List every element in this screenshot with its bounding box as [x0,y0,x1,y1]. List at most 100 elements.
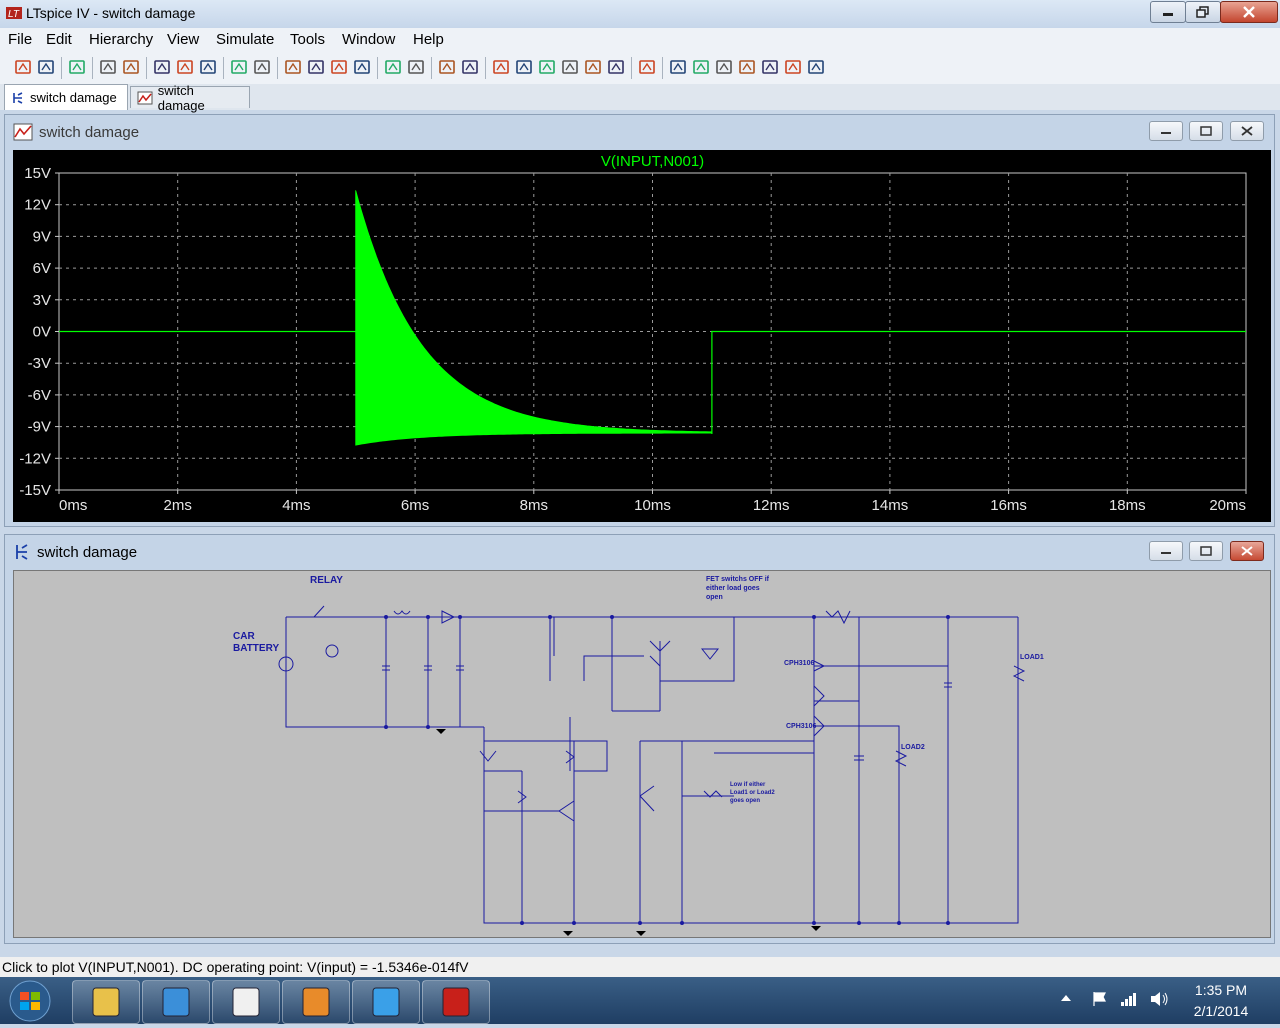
outlook-icon [302,987,330,1017]
tab-schematic[interactable]: switch damage [4,84,128,110]
waveform-chart[interactable]: V(INPUT,N001) 0ms 2ms 4ms 6ms 8ms 10ms 12ms 14ms… [13,150,1271,522]
internet-explorer-icon [372,987,400,1017]
waveform-minimize-button[interactable] [1149,121,1183,141]
toolbar-separator [485,57,486,79]
low-note-line2: Load1 or Load2 [730,790,775,796]
solitaire-taskbar-button[interactable] [212,980,280,1024]
menu-help[interactable]: Help [413,31,444,48]
maximize-icon [1200,126,1212,136]
save-icon[interactable] [68,58,86,76]
close-icon [1241,546,1253,556]
zoom-area-icon[interactable] [199,58,217,76]
volume-icon[interactable] [1150,991,1170,1007]
minimize-button[interactable] [1150,1,1186,23]
tab-waveform[interactable]: switch damage [130,83,250,113]
run-icon[interactable] [122,58,140,76]
drag-icon[interactable] [784,58,802,76]
toolbar-separator [92,57,93,79]
zoom-cancel-icon[interactable] [253,58,271,76]
schematic-window-title: switch damage [13,543,137,561]
network-icon[interactable] [1120,991,1138,1007]
title-bar: LT LTspice IV - switch damage [0,0,1280,28]
menu-edit[interactable]: Edit [46,31,72,48]
media-player-icon [162,987,190,1017]
move-icon[interactable] [761,58,779,76]
toolbar-separator [61,57,62,79]
menu-view[interactable]: View [167,31,199,48]
car-battery-label-line2: BATTERY [233,643,279,654]
waveform-plot[interactable]: V(INPUT,N001) 0ms 2ms 4ms 6ms 8ms 10ms 12ms 14ms… [13,150,1271,522]
schematic-drawing[interactable]: RELAY CAR BATTERY FET switchs OFF if eit… [14,571,1270,937]
x-tick-label: 4ms [282,497,310,514]
waveform-maximize-button[interactable] [1189,121,1223,141]
waveform-icon [13,123,33,141]
inductor-icon[interactable] [692,58,710,76]
schematic-minimize-button[interactable] [1149,541,1183,561]
toolbar-separator [662,57,663,79]
diode-icon[interactable] [715,58,733,76]
cascade-icon[interactable] [353,58,371,76]
ground-icon[interactable] [584,58,602,76]
menu-window[interactable]: Window [342,31,395,48]
tile-vertical-icon[interactable] [384,58,402,76]
clock-date[interactable]: 2/1/2014 [1181,1003,1261,1019]
minimize-icon [1161,552,1171,554]
close-window-button[interactable] [1220,1,1278,23]
print-icon[interactable] [538,58,556,76]
chart-title: V(INPUT,N001) [601,153,704,170]
schematic-canvas[interactable]: RELAY CAR BATTERY FET switchs OFF if eit… [13,570,1271,938]
capacitor-icon[interactable] [669,58,687,76]
show-hidden-icons-icon[interactable] [1060,993,1072,1003]
menu-file[interactable]: File [8,31,32,48]
ltspice-logo-icon: LT [6,7,22,20]
find-icon[interactable] [492,58,510,76]
schematic-window-title-text: switch damage [37,543,138,561]
start-button[interactable] [4,979,56,1023]
outlook-taskbar-button[interactable] [282,980,350,1024]
autoscale-icon[interactable] [284,58,302,76]
x-tick-label: 10ms [634,497,671,514]
new-schematic-icon[interactable] [14,58,32,76]
status-text: Click to plot V(INPUT,N001). DC operatin… [2,959,469,975]
tile-horizontal-icon[interactable] [330,58,348,76]
windows-explorer-icon [92,987,120,1017]
action-center-flag-icon[interactable] [1092,991,1108,1007]
menu-tools[interactable]: Tools [290,31,325,48]
zoom-in-icon[interactable] [176,58,194,76]
pan-icon[interactable] [153,58,171,76]
open-icon[interactable] [37,58,55,76]
print-preview-icon[interactable] [515,58,533,76]
grid-icon[interactable] [307,58,325,76]
undo-icon[interactable] [807,58,825,76]
component-icon[interactable] [738,58,756,76]
clock-time[interactable]: 1:35 PM [1181,982,1261,998]
label-icon[interactable] [607,58,625,76]
resistor-icon[interactable] [638,58,656,76]
ground-symbols [436,729,821,936]
menu-simulate[interactable]: Simulate [216,31,274,48]
solitaire-icon [232,987,260,1017]
copy-icon[interactable] [438,58,456,76]
control-panel-icon[interactable] [99,58,117,76]
minimize-icon [1161,132,1171,134]
toolbar-separator [146,57,147,79]
menu-hierarchy[interactable]: Hierarchy [89,31,153,48]
wire-icon[interactable] [561,58,579,76]
cut-icon[interactable] [407,58,425,76]
media-player-taskbar-button[interactable] [142,980,210,1024]
y-tick-label: -12V [19,450,51,467]
load1-label: LOAD1 [1020,654,1044,661]
schematic-close-button[interactable] [1230,541,1264,561]
ltspice-taskbar-button[interactable] [422,980,490,1024]
cph-bottom-label: CPH3106 [786,723,816,730]
taskbar: 1:35 PM 2/1/2014 [0,977,1280,1024]
zoom-out-icon[interactable] [230,58,248,76]
waveform-close-button[interactable] [1230,121,1264,141]
paste-icon[interactable] [461,58,479,76]
windows-explorer-taskbar-button[interactable] [72,980,140,1024]
internet-explorer-taskbar-button[interactable] [352,980,420,1024]
schematic-maximize-button[interactable] [1189,541,1223,561]
x-tick-label: 8ms [520,497,548,514]
restore-button[interactable] [1185,1,1221,23]
waveform-window: switch damage V(INPUT,N001) 0ms 2ms 4ms 6ms 8… [4,114,1275,527]
